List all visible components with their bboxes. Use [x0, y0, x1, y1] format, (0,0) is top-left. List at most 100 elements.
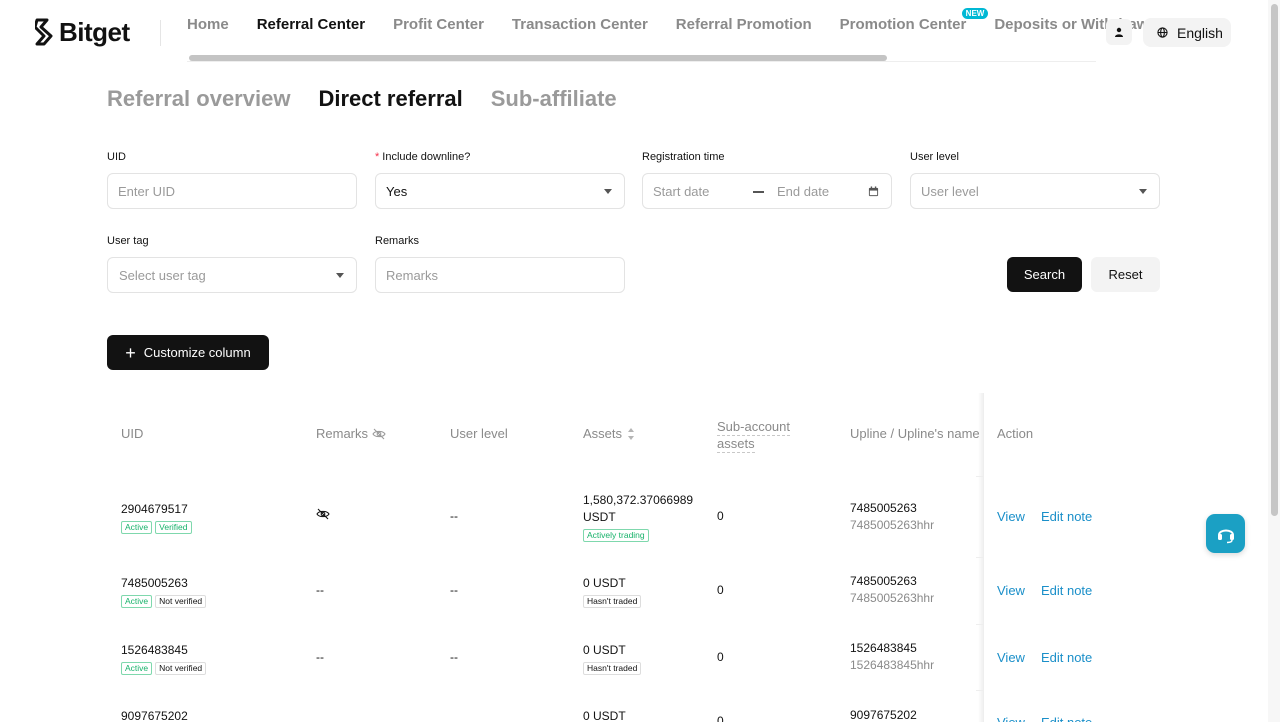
tab-direct-referral[interactable]: Direct referral [318, 86, 462, 112]
trading-status-badge: Hasn't traded [583, 595, 642, 608]
status-badge: Active [121, 662, 153, 675]
row-assets-amount: 0 USDT [583, 576, 626, 590]
nav-promotion-center[interactable]: Promotion Center NEW [840, 8, 989, 33]
user-tag-select[interactable]: Select user tag [107, 257, 357, 293]
start-date-input[interactable]: Start date [653, 184, 709, 199]
row-user-level: -- [450, 509, 458, 523]
row-remarks: -- [316, 650, 324, 664]
bitget-logo-icon [35, 18, 53, 46]
eye-off-icon[interactable] [372, 428, 386, 440]
page-scrollbar-thumb[interactable] [1271, 4, 1278, 516]
remarks-input[interactable] [386, 267, 624, 283]
column-header-remarks: Remarks [316, 426, 369, 441]
registration-date-range[interactable]: Start date End date [642, 173, 892, 209]
user-tag-label: User tag [107, 235, 149, 247]
row-upline: 1526483845 1526483845hhr [850, 640, 934, 674]
main-nav: Home Referral Center Profit Center Trans… [187, 0, 1169, 64]
row-remarks: -- [316, 583, 324, 597]
nav-referral-promotion[interactable]: Referral Promotion [676, 16, 812, 33]
search-button[interactable]: Search [1007, 257, 1082, 292]
row-divider [976, 476, 984, 477]
edit-note-link[interactable]: Edit note [1041, 650, 1092, 665]
include-downline-label: * Include downline? [375, 151, 471, 163]
row-upline-id: 7485005263 [850, 574, 917, 588]
row-actions: View Edit note [997, 714, 1108, 722]
uid-input[interactable] [118, 183, 356, 199]
row-uid[interactable]: 9097675202 [121, 708, 188, 722]
eye-off-icon[interactable] [316, 508, 330, 520]
nav-transaction-center[interactable]: Transaction Center [512, 16, 648, 33]
status-badge: Active [121, 521, 153, 534]
customer-support-button[interactable] [1206, 514, 1245, 553]
column-header-uid: UID [121, 426, 144, 441]
remarks-input-wrapper [375, 257, 625, 293]
row-upline: 7485005263 7485005263hhr [850, 573, 934, 607]
row-uid[interactable]: 7485005263 [121, 575, 209, 592]
nav-profit-center[interactable]: Profit Center [393, 16, 484, 33]
row-actions: View Edit note [997, 508, 1108, 526]
row-uid[interactable]: 2904679517 [121, 501, 195, 518]
page-scrollbar[interactable] [1268, 0, 1280, 722]
view-link[interactable]: View [997, 583, 1025, 598]
row-upline-name: 7485005263hhr [850, 518, 935, 532]
view-link[interactable]: View [997, 650, 1025, 665]
chevron-down-icon [1139, 189, 1147, 194]
table-row-uid: 1526483845 Active Not verified [121, 642, 209, 676]
view-link[interactable]: View [997, 715, 1025, 722]
sort-icon[interactable] [627, 427, 635, 441]
row-assets: 1,580,372.37066989 USDT Actively trading [583, 492, 693, 543]
bitget-logo[interactable]: Bitget [35, 16, 130, 48]
customize-column-label: Customize column [143, 345, 251, 360]
tab-sub-affiliate[interactable]: Sub-affiliate [491, 86, 617, 112]
language-label: English [1177, 24, 1223, 41]
include-downline-select[interactable]: Yes [375, 173, 625, 209]
row-assets: 0 USDT Hasn't traded [583, 575, 644, 609]
row-uid[interactable]: 1526483845 [121, 642, 209, 659]
row-upline-name: 1526483845hhr [850, 658, 935, 672]
edit-note-link[interactable]: Edit note [1041, 715, 1092, 722]
row-actions: View Edit note [997, 649, 1108, 667]
registration-time-label: Registration time [642, 151, 725, 163]
top-header: Bitget Home Referral Center Profit Cente… [0, 0, 1268, 64]
row-assets: 0 USDT Hasn't traded [583, 642, 644, 676]
row-sub-account-assets: 0 [717, 583, 724, 597]
row-sub-account-assets: 0 [717, 714, 724, 722]
column-header-upline: Upline / Upline's name [850, 426, 980, 441]
user-profile-button[interactable] [1106, 19, 1132, 45]
uid-label: UID [107, 151, 126, 163]
referral-tabs: Referral overview Direct referral Sub-af… [107, 86, 645, 112]
language-selector[interactable]: English [1143, 18, 1231, 47]
trading-status-badge: Actively trading [583, 529, 649, 542]
row-assets-amount: 1,580,372.37066989 [583, 493, 694, 507]
table-row-uid: 9097675202 [121, 708, 188, 722]
table-row-uid: 7485005263 Active Not verified [121, 575, 209, 609]
edit-note-link[interactable]: Edit note [1041, 583, 1092, 598]
date-range-separator [753, 191, 764, 193]
end-date-input[interactable]: End date [777, 184, 829, 199]
nav-referral-center[interactable]: Referral Center [257, 16, 365, 33]
chevron-down-icon [336, 273, 344, 278]
nav-home[interactable]: Home [187, 16, 229, 33]
plus-icon: + [125, 342, 136, 363]
nav-scrollbar[interactable] [187, 52, 1096, 62]
view-link[interactable]: View [997, 509, 1025, 524]
column-header-sub-account-assets-1: Sub-account [717, 419, 790, 436]
status-badge: Active [121, 595, 153, 608]
row-divider [976, 690, 984, 691]
nav-scrollbar-thumb[interactable] [189, 55, 887, 61]
user-level-select[interactable]: User level [910, 173, 1160, 209]
row-sub-account-assets: 0 [717, 650, 724, 664]
tab-referral-overview[interactable]: Referral overview [107, 86, 290, 112]
row-assets-unit: USDT [583, 510, 616, 524]
column-header-assets[interactable]: Assets [583, 426, 622, 441]
column-header-sub-account-assets-2: assets [717, 436, 755, 453]
verification-badge: Verified [155, 521, 192, 534]
user-icon [1115, 27, 1123, 37]
edit-note-link[interactable]: Edit note [1041, 509, 1092, 524]
reset-button[interactable]: Reset [1091, 257, 1160, 292]
verification-badge: Not verified [155, 595, 207, 608]
row-assets-amount: 0 USDT [583, 643, 626, 657]
row-divider [976, 624, 984, 625]
row-divider [976, 557, 984, 558]
customize-column-button[interactable]: + Customize column [107, 335, 269, 370]
